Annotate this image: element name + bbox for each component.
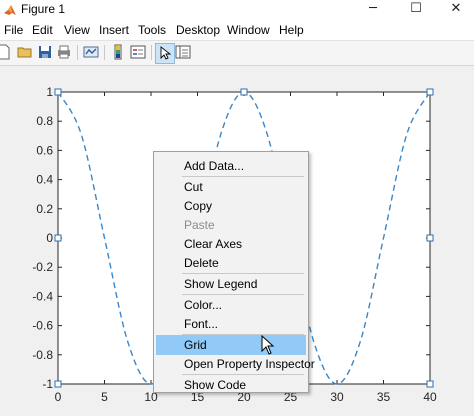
context-menu-item-font[interactable]: Font...: [156, 314, 306, 334]
selection-handle[interactable]: [54, 380, 62, 388]
x-tick-label: 30: [330, 390, 344, 404]
y-tick-label: -0.8: [32, 348, 53, 362]
x-tick-label: 0: [55, 390, 62, 404]
y-tick-label: 1: [46, 85, 53, 99]
y-tick-label: 0.4: [36, 173, 53, 187]
context-menu-item-label: Color...: [184, 298, 223, 312]
context-menu-item-label: Grid: [184, 338, 207, 352]
context-menu-item-color[interactable]: Color...: [156, 295, 306, 315]
context-menu-item-open-property-inspector[interactable]: Open Property Inspector: [156, 354, 315, 374]
context-menu-item-label: Cut: [184, 180, 203, 194]
x-tick-label: 5: [101, 390, 108, 404]
context-menu-item-add-data[interactable]: Add Data...: [156, 156, 306, 176]
x-tick-label: 40: [423, 390, 437, 404]
mouse-pointer-icon: [261, 335, 275, 355]
selection-handle[interactable]: [54, 234, 62, 242]
y-tick-label: 0.8: [36, 114, 53, 128]
selection-handle[interactable]: [54, 88, 62, 96]
context-menu-item-label: Copy: [184, 199, 213, 213]
context-menu-item-label: Delete: [184, 256, 219, 270]
context-menu-item-grid[interactable]: Grid: [156, 335, 306, 355]
context-menu-item-cut[interactable]: Cut: [156, 177, 306, 197]
context-menu-item-clear-axes[interactable]: Clear Axes: [156, 234, 306, 254]
selection-handle[interactable]: [426, 380, 434, 388]
context-menu-item-label: Clear Axes: [184, 237, 243, 251]
context-menu: Add Data... Cut Copy Paste Clear Axes Delete S…: [153, 151, 315, 395]
context-menu-item-copy[interactable]: Copy: [156, 196, 306, 216]
context-menu-item-label: Open Property Inspector: [184, 357, 315, 371]
context-menu-item-label: Font...: [184, 317, 219, 331]
context-menu-item-delete[interactable]: Delete: [156, 253, 306, 273]
selection-handle[interactable]: [426, 88, 434, 96]
y-tick-label: -0.4: [32, 289, 53, 303]
context-menu-item-label: Show Legend: [184, 277, 258, 291]
context-menu-item-label: Show Code: [184, 378, 247, 392]
y-tick-label: -0.6: [32, 319, 53, 333]
selection-handle[interactable]: [240, 88, 248, 96]
context-menu-item-label: Paste: [184, 218, 215, 232]
x-tick-label: 35: [377, 390, 391, 404]
selection-handle[interactable]: [426, 234, 434, 242]
y-tick-label: 0.2: [36, 202, 53, 216]
context-menu-item-paste: Paste: [156, 215, 306, 235]
y-tick-label: 0.6: [36, 143, 53, 157]
y-tick-label: -1: [42, 377, 53, 391]
context-menu-item-label: Add Data...: [184, 159, 245, 173]
context-menu-item-show-code[interactable]: Show Code: [156, 375, 306, 395]
y-tick-label: -0.2: [32, 260, 53, 274]
y-tick-label: 0: [46, 231, 53, 245]
context-menu-item-show-legend[interactable]: Show Legend: [156, 274, 306, 294]
